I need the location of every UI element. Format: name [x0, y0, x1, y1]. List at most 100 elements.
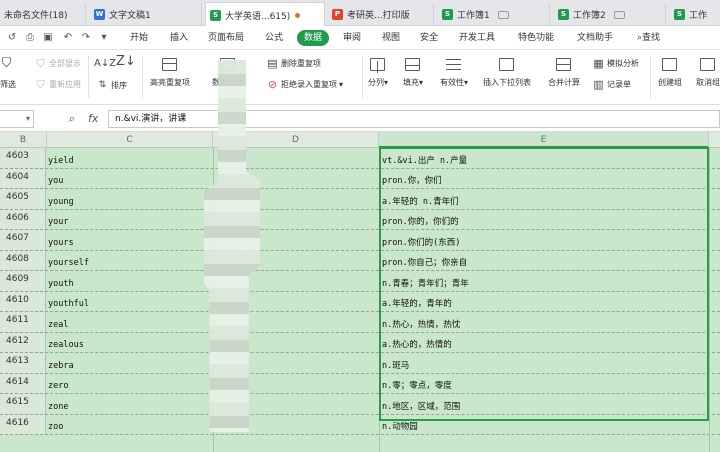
tab-workbook-2[interactable]: S 工作簿2	[554, 3, 666, 26]
row-number[interactable]: 4606	[0, 209, 46, 229]
fx-icon[interactable]: fx	[88, 112, 98, 125]
auto-filter-button[interactable]: 筛选	[0, 79, 16, 90]
row-number[interactable]: 4615	[0, 394, 46, 414]
redo-icon[interactable]: ↷	[80, 32, 92, 44]
word-cell[interactable]: your	[48, 217, 68, 227]
menu-insert[interactable]: 插入	[170, 31, 188, 46]
merge-calculation-button[interactable]: 合并计算	[548, 56, 580, 88]
tab-college-english[interactable]: S 大学英语...615)	[205, 2, 325, 27]
row-number[interactable]: 4609	[0, 271, 46, 291]
word-cell[interactable]: zone	[48, 402, 68, 412]
definition-cell[interactable]: n.斑马	[382, 359, 409, 371]
word-cell[interactable]: zealous	[48, 340, 84, 350]
menu-doc-assistant[interactable]: 文档助手	[577, 31, 613, 46]
column-header-d[interactable]: D	[213, 132, 379, 148]
word-cell[interactable]: yield	[48, 156, 74, 166]
definition-cell[interactable]: pron.你自己；你亲自	[382, 256, 467, 268]
definition-cell[interactable]: pron.你的，你们的	[382, 215, 459, 227]
column-header-f[interactable]	[709, 132, 720, 148]
definition-cell[interactable]: n.动物园	[382, 420, 418, 432]
menu-review[interactable]: 审阅	[343, 31, 361, 46]
definition-cell[interactable]: pron.你们的(东西)	[382, 236, 460, 248]
reject-duplicates-button[interactable]: ⊘ 拒绝录入重复项 ▾	[266, 78, 343, 91]
save-icon[interactable]: ▣	[42, 32, 54, 44]
show-all-button[interactable]: ⛉ 全部显示	[34, 57, 81, 70]
word-cell[interactable]: youthful	[48, 299, 89, 309]
undo-icon[interactable]: ↶	[62, 32, 74, 44]
menu-page-layout[interactable]: 页面布局	[208, 31, 244, 46]
record-form-button[interactable]: ▥ 记录单	[592, 78, 631, 91]
highlight-duplicates-button[interactable]: 高亮重复项	[150, 56, 190, 88]
row-number[interactable]: 4604	[0, 168, 46, 188]
row-number[interactable]: 4614	[0, 373, 46, 393]
definition-cell[interactable]: a.年轻的 n.青年们	[382, 195, 459, 207]
word-cell[interactable]: yourself	[48, 258, 89, 268]
column-header-e[interactable]: E	[379, 132, 709, 148]
tab-workbook-3[interactable]: S 工作	[670, 3, 720, 26]
definition-cell[interactable]: n.青春；青年们；青年	[382, 277, 469, 289]
row-number[interactable]: 4611	[0, 312, 46, 332]
word-cell[interactable]: youth	[48, 279, 74, 289]
word-cell[interactable]: zoo	[48, 422, 63, 432]
row-number[interactable]: 4613	[0, 353, 46, 373]
tab-workbook-1[interactable]: S 工作簿1	[438, 3, 550, 26]
definition-cell[interactable]: n.零；零点，零度	[382, 379, 452, 391]
more-dropdown-icon[interactable]: ▾	[98, 32, 110, 44]
show-all-icon: ⛉	[36, 57, 45, 70]
data-compare-button[interactable]: 数据对比	[212, 56, 244, 88]
word-cell[interactable]: zeal	[48, 320, 68, 330]
column-header-c[interactable]: C	[47, 132, 213, 148]
menu-home[interactable]: 开始	[130, 31, 148, 46]
fill-button[interactable]: 填充▾	[403, 56, 423, 88]
ungroup-button[interactable]: 取消组	[696, 56, 720, 88]
formula-input[interactable]: n.&vi.演讲，讲课	[108, 110, 720, 128]
word-cell[interactable]: you	[48, 176, 63, 186]
window-icon	[613, 10, 625, 19]
menu-security[interactable]: 安全	[420, 31, 438, 46]
row-number[interactable]: 4605	[0, 189, 46, 209]
remove-duplicates-button[interactable]: ▤ 删除重复项	[266, 57, 321, 70]
tab-untitled[interactable]: 未命名文件(18)	[0, 3, 86, 26]
definition-cell[interactable]: n.地区，区域，范围	[382, 400, 460, 412]
row-number[interactable]: 4610	[0, 291, 46, 311]
word-cell[interactable]: zebra	[48, 361, 74, 371]
reapply-button[interactable]: ⛉ 重新应用	[34, 78, 81, 91]
menu-formula[interactable]: 公式	[265, 31, 283, 46]
definition-cell[interactable]: a.热心的，热情的	[382, 338, 452, 350]
data-compare-icon	[218, 56, 238, 74]
definition-cell[interactable]: pron.你，你们	[382, 174, 442, 186]
column-header-b[interactable]: B	[0, 132, 47, 148]
menu-view[interactable]: 视图	[382, 31, 400, 46]
split-column-button[interactable]: 分列▾	[368, 56, 388, 88]
tab-writer-doc[interactable]: W 文字文稿1	[90, 3, 202, 26]
menu-developer-tools[interactable]: 开发工具	[459, 31, 495, 46]
definition-cell[interactable]: a.年轻的，青年的	[382, 297, 452, 309]
row-number[interactable]: 4612	[0, 332, 46, 352]
definition-cell[interactable]: n.热心，热情，热忱	[382, 318, 460, 330]
sort-desc-icon[interactable]: Z↓	[116, 55, 136, 68]
row-number[interactable]: 4603	[0, 148, 46, 168]
row-number[interactable]: 4616	[0, 414, 46, 434]
what-if-analysis-button[interactable]: ▦ 模拟分析	[592, 57, 639, 70]
menu-data[interactable]: 数据	[297, 30, 330, 46]
word-cell[interactable]: yours	[48, 238, 74, 248]
row-number[interactable]: 4608	[0, 250, 46, 270]
menu-special-features[interactable]: 特色功能	[518, 31, 554, 46]
search-menu[interactable]: ⌕查找	[637, 31, 660, 46]
column-divider	[709, 148, 710, 452]
sort-asc-icon[interactable]: A↓Z	[94, 57, 116, 70]
funnel-icon[interactable]: ⛉	[0, 57, 15, 70]
new-icon[interactable]: ↺	[6, 32, 18, 44]
word-cell[interactable]: zero	[48, 381, 68, 391]
validity-button[interactable]: 有效性▾	[440, 56, 468, 88]
definition-cell[interactable]: vt.&vi.出产 n.产量	[382, 154, 467, 166]
word-cell[interactable]: young	[48, 197, 74, 207]
create-group-button[interactable]: 创建组	[658, 56, 682, 88]
sort-button[interactable]: ⇅ 排序	[96, 79, 127, 92]
print-icon[interactable]: ⎙	[24, 32, 36, 44]
zoom-search-icon[interactable]: ⌕	[68, 112, 74, 126]
insert-dropdown-list-button[interactable]: 插入下拉列表	[483, 56, 531, 88]
name-box[interactable]: ▾	[0, 110, 34, 128]
tab-kaoyan-pdf[interactable]: P 考研英...打印版	[328, 3, 434, 26]
row-number[interactable]: 4607	[0, 230, 46, 250]
